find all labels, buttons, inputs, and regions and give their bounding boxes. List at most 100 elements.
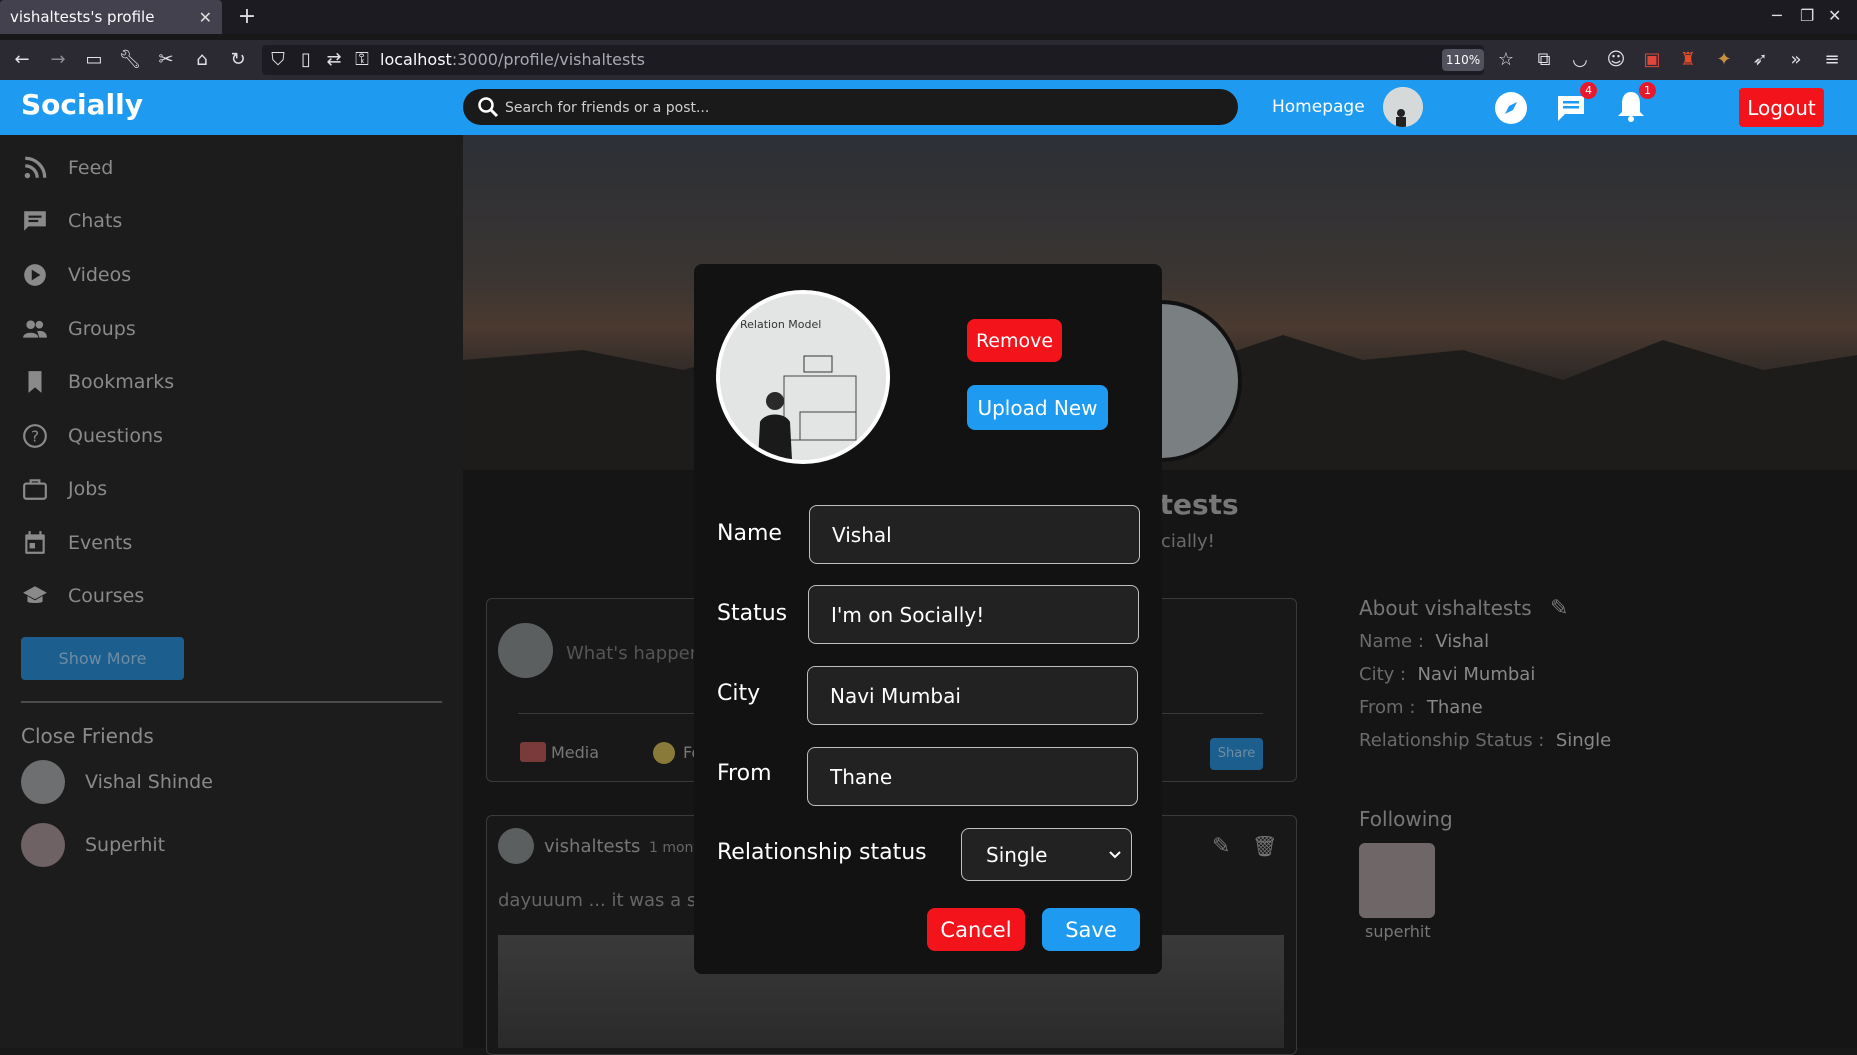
rss-icon	[24, 156, 47, 179]
group-icon	[23, 320, 47, 338]
avatar-caption: Relation Model	[740, 318, 821, 331]
sidebar-item-chats[interactable]: Chats	[22, 206, 122, 236]
edit-post-icon[interactable]: ✎	[1212, 834, 1230, 859]
following-name[interactable]: superhit	[1365, 922, 1431, 941]
share-button[interactable]: Share	[1210, 738, 1263, 770]
screenshot-icon[interactable]: ✂	[152, 46, 180, 74]
permissions-icon[interactable]: ⇄	[320, 46, 348, 74]
browser-tab-bar	[0, 0, 1857, 34]
forward-icon[interactable]: →	[44, 46, 72, 74]
minimize-icon[interactable]: ─	[1772, 6, 1782, 25]
delete-post-icon[interactable]: 🗑︎	[1252, 834, 1277, 858]
menu-icon[interactable]: ≡	[1818, 46, 1846, 74]
new-tab-icon[interactable]: +	[234, 4, 260, 30]
sidebar-item-label: Chats	[68, 210, 123, 232]
friend-item[interactable]: Vishal Shinde	[21, 760, 213, 804]
following-avatar[interactable]	[1359, 843, 1435, 918]
relationship-value: Single	[986, 842, 1048, 867]
friend-name: Vishal Shinde	[85, 771, 213, 793]
show-more-button[interactable]: Show More	[21, 637, 184, 680]
window-close-icon[interactable]: ✕	[1828, 6, 1841, 25]
about-key: Relationship Status :	[1359, 730, 1545, 751]
back-icon[interactable]: ←	[8, 46, 36, 74]
pocket-icon[interactable]: ◡	[1566, 46, 1594, 74]
status-field[interactable]	[808, 585, 1139, 644]
sidebar-item-label: Events	[68, 532, 133, 554]
wrench-icon[interactable]: 🔧︎	[116, 46, 144, 74]
notification-badge: 1	[1639, 82, 1656, 99]
about-value: Navi Mumbai	[1417, 664, 1536, 685]
sidebar-item-jobs[interactable]: Jobs	[22, 474, 107, 504]
sidebar-item-bookmarks[interactable]: Bookmarks	[22, 367, 174, 397]
sidebar-item-groups[interactable]: Groups	[22, 314, 136, 344]
save-button[interactable]: Save	[1042, 908, 1140, 951]
url-path: :3000/profile/vishaltests	[451, 50, 645, 69]
bookmark-star-icon[interactable]: ☆	[1492, 46, 1520, 74]
sidebar-toggle-icon[interactable]: ▭	[80, 46, 108, 74]
sidebar-divider	[21, 701, 442, 703]
media-label[interactable]: Media	[551, 743, 599, 762]
post-author[interactable]: vishaltests	[544, 836, 640, 857]
sidebar-item-feed[interactable]: Feed	[22, 153, 113, 183]
sidebar-item-label: Jobs	[68, 478, 108, 500]
app-logo[interactable]: Socially	[21, 88, 143, 121]
post-time: 1 mont	[649, 840, 699, 856]
sidebar-item-courses[interactable]: Courses	[22, 581, 144, 611]
relationship-select[interactable]: Single	[961, 828, 1132, 881]
home-icon[interactable]: ⌂	[188, 46, 216, 74]
extension-red-icon[interactable]: ▣	[1638, 46, 1666, 74]
about-key: Name :	[1359, 631, 1424, 652]
key-icon[interactable]: ⚿	[348, 46, 376, 74]
sidebar-item-questions[interactable]: ? Questions	[22, 421, 163, 451]
about-value: Single	[1555, 730, 1612, 751]
search-input[interactable]	[505, 97, 1225, 119]
sidebar-item-label: Courses	[68, 585, 145, 607]
tab-close-icon[interactable]: ✕	[199, 8, 212, 27]
url-host: localhost	[380, 50, 452, 69]
city-field[interactable]	[807, 666, 1138, 725]
url-text[interactable]: localhost:3000/profile/vishaltests	[380, 50, 645, 69]
page-icon[interactable]: ▯	[292, 46, 320, 74]
header-avatar[interactable]	[1383, 87, 1423, 127]
extensions-icon[interactable]: ⧉	[1530, 46, 1558, 74]
emoji-icon[interactable]	[653, 742, 675, 764]
avatar	[21, 823, 65, 867]
compose-placeholder[interactable]: What's happen	[566, 643, 701, 664]
sidebar-item-events[interactable]: Events	[22, 528, 132, 558]
logout-button[interactable]: Logout	[1739, 88, 1824, 127]
svg-text:?: ?	[31, 427, 39, 445]
name-label: Name	[717, 521, 782, 546]
media-icon[interactable]	[520, 742, 546, 762]
from-field[interactable]	[807, 747, 1138, 806]
city-label: City	[717, 681, 761, 706]
extension-face-icon[interactable]: ☺	[1602, 46, 1630, 74]
overflow-chevron-icon[interactable]: »	[1782, 46, 1810, 74]
avatar	[498, 828, 534, 864]
modal-avatar[interactable]: Relation Model	[716, 290, 890, 464]
cancel-button[interactable]: Cancel	[927, 908, 1025, 951]
compass-icon[interactable]	[1493, 90, 1529, 126]
name-field[interactable]	[809, 505, 1140, 564]
search-icon	[478, 97, 499, 118]
briefcase-icon	[23, 479, 47, 500]
homepage-link[interactable]: Homepage	[1272, 97, 1365, 117]
zoom-level[interactable]: 110%	[1442, 49, 1484, 71]
upload-photo-button[interactable]: Upload New	[967, 385, 1108, 430]
sidebar-item-videos[interactable]: Videos	[22, 260, 131, 290]
restore-icon[interactable]: ❐	[1800, 6, 1814, 25]
extension-puzzle-icon[interactable]: ✦	[1710, 46, 1738, 74]
about-value: Vishal	[1435, 631, 1490, 652]
extension-dark-icon[interactable]: ➶	[1746, 46, 1774, 74]
browser-tab[interactable]: vishaltests's profile ✕	[0, 0, 222, 34]
reload-icon[interactable]: ↻	[224, 46, 252, 74]
sidebar-item-label: Bookmarks	[68, 371, 175, 393]
tab-title: vishaltests's profile	[10, 8, 155, 26]
relationship-label: Relationship status	[717, 840, 927, 865]
friend-item[interactable]: Superhit	[21, 823, 165, 867]
extension-figure-icon[interactable]: ♜	[1674, 46, 1702, 74]
sidebar-item-label: Videos	[68, 264, 132, 286]
following-title: Following	[1359, 807, 1453, 831]
shield-icon[interactable]: ⛉	[264, 46, 292, 74]
remove-photo-button[interactable]: Remove	[967, 319, 1062, 362]
edit-profile-icon[interactable]: ✎	[1550, 596, 1568, 621]
